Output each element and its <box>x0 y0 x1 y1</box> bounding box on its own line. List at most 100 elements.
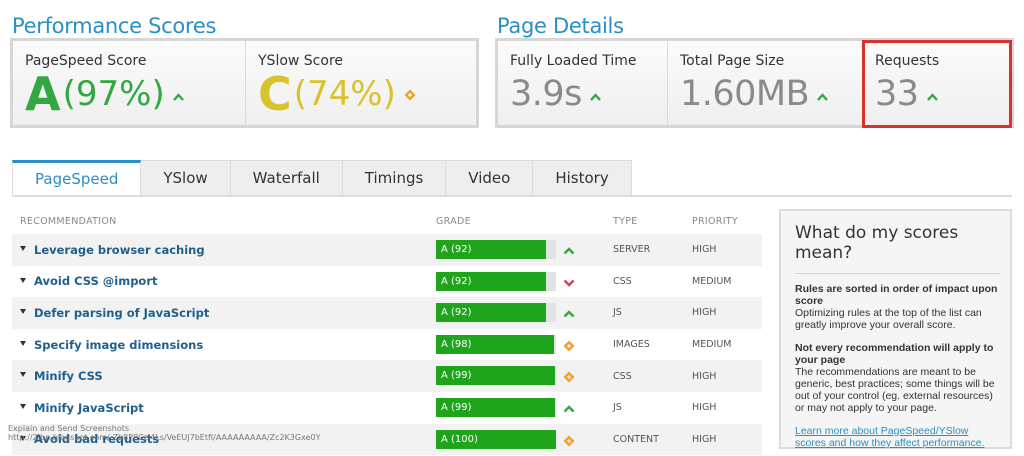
page-size-label: Total Page Size <box>680 53 785 69</box>
tab-yslow[interactable]: YSlow <box>141 160 231 196</box>
performance-scores-panel: PageSpeed Score A (97%) YSlow Score C (7… <box>10 38 479 128</box>
explanation-text-1: Optimizing rules at the top of the list … <box>795 307 982 331</box>
table-row[interactable]: Defer parsing of JavaScript A (92) JS HIGH <box>12 297 762 329</box>
up-arrow-icon <box>817 92 829 103</box>
grade-bar: A (92) <box>436 240 556 259</box>
recommendation-name[interactable]: Minify CSS <box>34 369 103 383</box>
tab-timings[interactable]: Timings <box>342 160 447 196</box>
fully-loaded-label: Fully Loaded Time <box>510 53 637 69</box>
grade-label: A (92) <box>441 275 472 287</box>
recommendation-priority: MEDIUM <box>692 275 732 287</box>
page-details-title: Page Details <box>497 14 624 38</box>
watermark-line-1: Explain and Send Screenshots <box>8 424 130 433</box>
recommendation-priority: HIGH <box>692 244 717 256</box>
grade-bar: A (99) <box>436 366 556 386</box>
recommendation-name[interactable]: Specify image dimensions <box>34 338 203 352</box>
tab-video[interactable]: Video <box>446 160 534 196</box>
learn-more-link[interactable]: Learn more about PageSpeed/YSlow scores … <box>795 425 1000 449</box>
pagespeed-grade: A <box>25 67 61 121</box>
requests-highlight-box <box>862 40 1012 128</box>
explanation-heading-2: Not every recommendation will apply to y… <box>795 342 994 366</box>
report-tabs: PageSpeed YSlow Waterfall Timings Video … <box>12 160 632 196</box>
diamond-icon <box>563 339 575 352</box>
grade-bar: A (98) <box>436 334 556 354</box>
diamond-icon <box>563 370 575 383</box>
up-icon <box>563 402 575 414</box>
explanation-text-2: The recommendations are meant to be gene… <box>795 366 995 414</box>
page-size-value: 1.60MB <box>680 74 810 114</box>
recommendation-type: CSS <box>613 275 632 287</box>
recommendation-type: JS <box>613 402 622 414</box>
yslow-percent: (74%) <box>293 74 396 114</box>
header-type: TYPE <box>613 216 638 227</box>
down-icon <box>563 276 575 288</box>
table-row[interactable]: Avoid CSS @import A (92) CSS MEDIUM <box>12 266 762 298</box>
watermark: Explain and Send Screenshots http://2.bp… <box>8 424 320 442</box>
caret-down-icon[interactable] <box>20 340 26 346</box>
tab-pagespeed[interactable]: PageSpeed <box>12 160 142 196</box>
table-row[interactable]: Leverage browser caching A (92) SERVER HIGH <box>12 234 762 266</box>
grade-bar-fill: A (99) <box>436 397 555 417</box>
fully-loaded-value: 3.9s <box>510 74 582 114</box>
grade-bar-fill: A (92) <box>436 303 547 323</box>
explanation-title: What do my scores mean? <box>795 223 1000 274</box>
pagespeed-percent: (97%) <box>62 74 165 114</box>
recommendation-type: IMAGES <box>613 339 650 351</box>
recommendation-priority: HIGH <box>692 402 717 414</box>
watermark-line-2: http://2.bp.blogspot.com/-Zb8P8Czl4Ls/Ve… <box>8 433 321 442</box>
grade-bar-fill: A (100) <box>436 429 556 449</box>
recommendation-type: SERVER <box>613 244 651 256</box>
grade-label: A (100) <box>441 433 478 445</box>
yslow-grade: C <box>258 67 292 121</box>
up-arrow-icon <box>590 92 601 103</box>
grade-label: A (92) <box>441 244 472 255</box>
header-priority: PRIORITY <box>692 216 739 227</box>
up-arrow-icon <box>172 92 184 103</box>
scores-explanation-panel: What do my scores mean? Rules are sorted… <box>779 209 1012 449</box>
header-recommendation: RECOMMENDATION <box>20 216 117 227</box>
grade-bar: A (99) <box>436 397 556 417</box>
table-row[interactable]: Specify image dimensions A (98) IMAGES MEDI… <box>12 329 762 361</box>
header-grade: GRADE <box>436 216 471 227</box>
grade-bar-fill: A (92) <box>436 271 547 291</box>
recommendation-priority: MEDIUM <box>692 339 732 351</box>
caret-down-icon[interactable] <box>20 246 26 251</box>
recommendation-name[interactable]: Minify JavaScript <box>34 401 144 415</box>
pagespeed-score-box: PageSpeed Score A (97%) <box>13 41 246 125</box>
grade-label: A (98) <box>441 338 472 350</box>
grade-bar: A (92) <box>436 271 556 291</box>
grade-bar: A (100) <box>436 429 556 449</box>
grade-bar-fill: A (98) <box>436 334 554 354</box>
recommendation-name[interactable]: Leverage browser caching <box>34 243 205 257</box>
tab-history[interactable]: History <box>533 160 632 196</box>
recommendation-type: JS <box>613 307 622 319</box>
recommendation-name[interactable]: Defer parsing of JavaScript <box>34 306 209 320</box>
recommendation-priority: HIGH <box>692 307 717 319</box>
recommendation-priority: HIGH <box>692 370 717 382</box>
up-icon <box>563 307 575 319</box>
grade-label: A (92) <box>441 307 472 319</box>
recommendation-type: CONTENT <box>613 433 659 445</box>
recommendation-rows: Leverage browser caching A (92) SERVER HIGH… <box>12 234 762 456</box>
explanation-heading-1: Rules are sorted in order of impact upon… <box>795 283 998 307</box>
caret-down-icon[interactable] <box>20 403 26 409</box>
tab-waterfall[interactable]: Waterfall <box>230 160 343 196</box>
table-row[interactable]: Minify JavaScript A (99) JS HIGH <box>12 392 762 424</box>
up-icon <box>563 244 575 256</box>
grade-bar-fill: A (92) <box>436 240 547 259</box>
tab-divider <box>12 195 1012 197</box>
table-row[interactable]: Minify CSS A (99) CSS HIGH <box>12 360 762 392</box>
caret-down-icon[interactable] <box>20 309 26 315</box>
grade-bar-fill: A (99) <box>436 366 555 386</box>
recommendation-name[interactable]: Avoid CSS @import <box>34 274 158 288</box>
performance-scores-title: Performance Scores <box>12 14 217 38</box>
fully-loaded-box: Fully Loaded Time 3.9s <box>498 41 668 125</box>
yslow-score-box: YSlow Score C (74%) <box>246 41 476 125</box>
diamond-icon <box>404 89 416 100</box>
grade-bar: A (92) <box>436 303 556 323</box>
caret-down-icon[interactable] <box>20 372 26 378</box>
caret-down-icon[interactable] <box>20 277 26 283</box>
recommendation-type: CSS <box>613 370 632 382</box>
page-size-box: Total Page Size 1.60MB <box>668 41 863 125</box>
recommendation-priority: HIGH <box>692 433 717 445</box>
